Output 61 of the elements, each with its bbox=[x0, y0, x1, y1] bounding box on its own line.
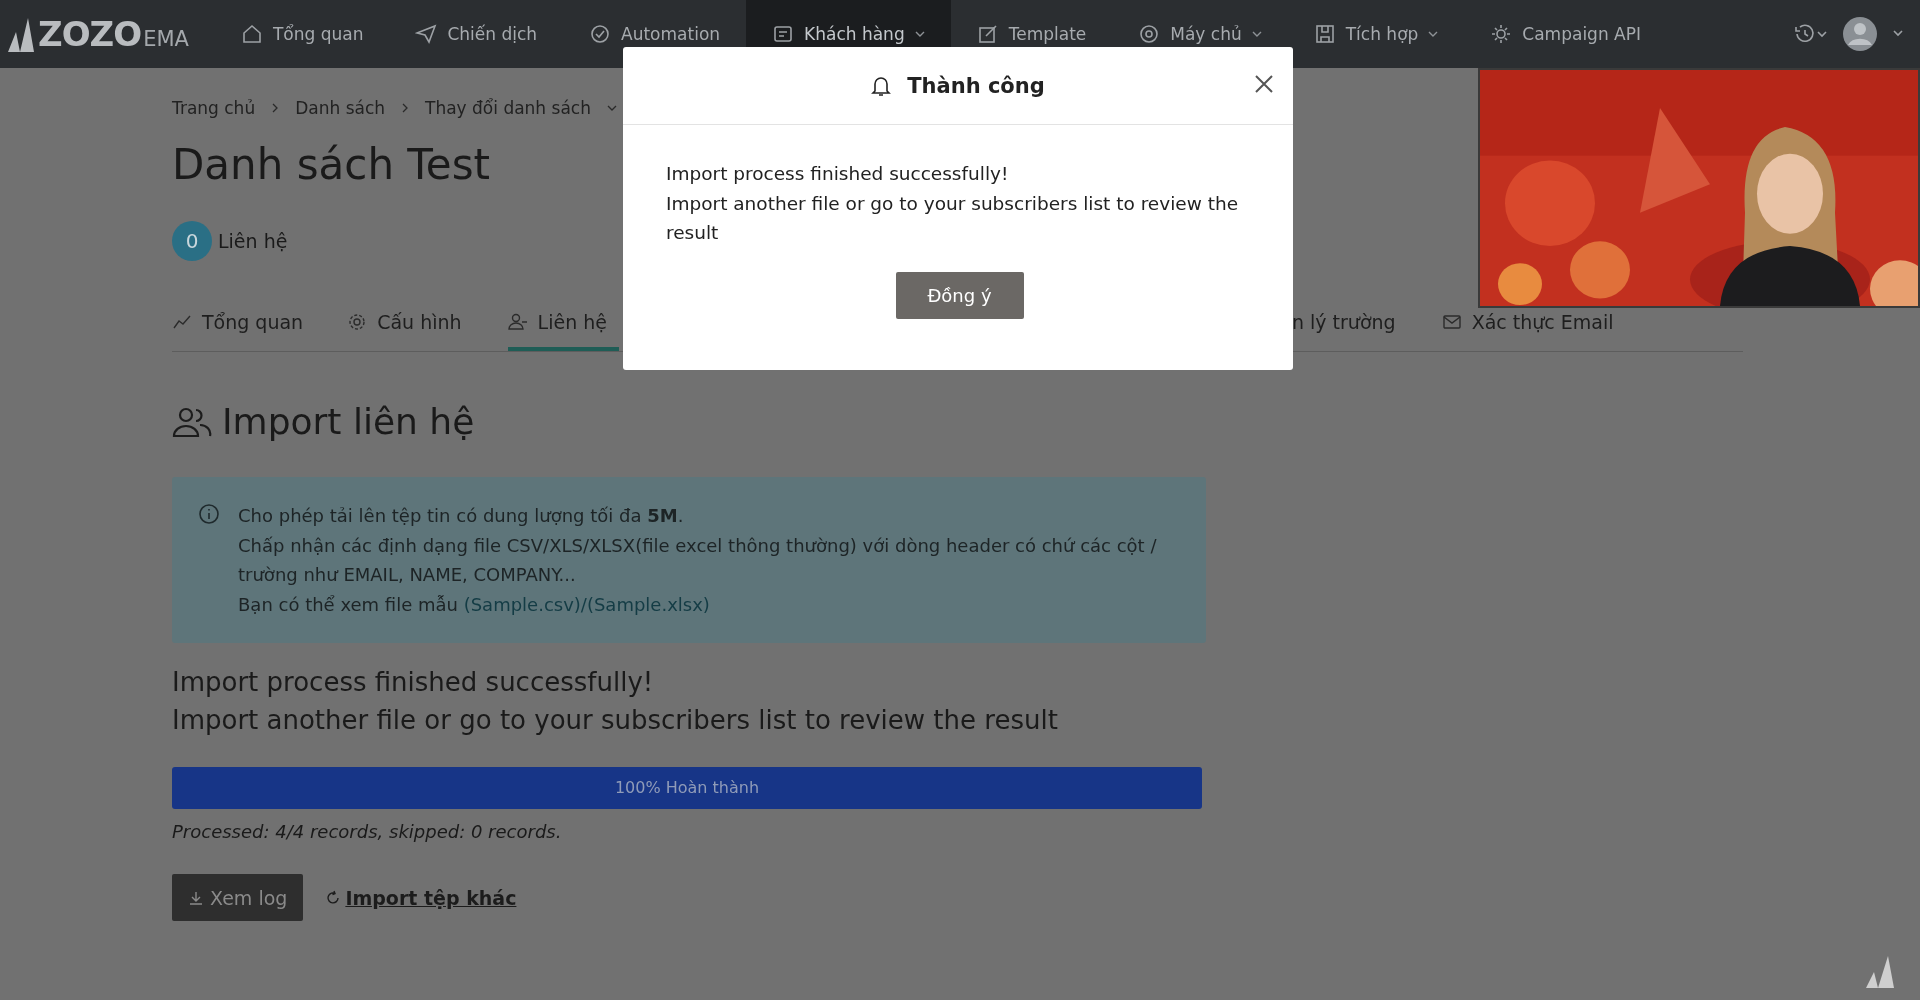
info-text: Chấp nhận các định dạng file CSV/XLS/XLSX(file excel thông thường) với dòng header có chứ các cột / trường như EMAIL, NAME, COMPANY... bbox=[238, 533, 1158, 587]
account-button[interactable] bbox=[1840, 14, 1906, 54]
tab[interactable]: Cấu hình bbox=[347, 311, 462, 351]
ok-button[interactable]: Đồng ý bbox=[895, 271, 1024, 319]
result-message: Import process finished successfully! bbox=[172, 666, 655, 699]
dialog-message: Import process finished successfully! bbox=[666, 162, 1010, 186]
page-title: Danh sách Test bbox=[172, 140, 491, 189]
nav-item[interactable]: Máy chủ bbox=[1112, 0, 1288, 68]
nav-icon bbox=[976, 23, 999, 45]
tab-icon bbox=[507, 312, 528, 332]
tab-icon bbox=[347, 312, 368, 332]
caret-icon bbox=[1251, 31, 1262, 37]
logo-suffix: EMA bbox=[143, 26, 189, 53]
tab[interactable]: n lý trường bbox=[1291, 311, 1396, 351]
breadcrumb-link[interactable]: Thay đổi danh sách bbox=[425, 98, 591, 118]
progress-label: 100% Hoàn thành bbox=[613, 777, 761, 799]
nav-icon bbox=[240, 23, 263, 45]
contact-count-badge: 0 bbox=[172, 221, 212, 261]
info-text: Cho phép tải lên tệp tin có dung lượng tối đa 5M. bbox=[238, 504, 685, 528]
nav-icon bbox=[589, 23, 612, 45]
caret-icon bbox=[1428, 31, 1439, 37]
close-button[interactable] bbox=[1253, 73, 1275, 95]
nav-item[interactable]: Tích hợp bbox=[1287, 0, 1465, 68]
chevron-icon bbox=[401, 103, 410, 113]
contact-count-label: Liên hệ bbox=[218, 230, 288, 252]
download-icon bbox=[188, 889, 204, 906]
nav-item[interactable]: Campaign API bbox=[1464, 0, 1667, 68]
tab-icon bbox=[1441, 312, 1462, 332]
dialog-message: Import another file or go to your subscribers list to review the result bbox=[666, 191, 1240, 245]
result-message: Import another file or go to your subscribers list to review the result bbox=[172, 704, 1059, 737]
nav-item[interactable]: Tổng quan bbox=[214, 0, 390, 68]
chevron-icon bbox=[271, 103, 280, 113]
dialog-title: Thành công bbox=[907, 73, 1045, 98]
nav-icon bbox=[772, 23, 795, 45]
nav-item[interactable]: Template bbox=[950, 0, 1113, 68]
nav-item[interactable]: Chiến dịch bbox=[389, 0, 564, 68]
sample-file-link[interactable]: /(Sample.xlsx) bbox=[580, 593, 710, 615]
tab[interactable]: Tổng quan bbox=[172, 311, 304, 351]
view-log-button[interactable]: Xem log bbox=[172, 874, 304, 921]
section-title: Import liên hệ bbox=[222, 401, 475, 442]
history-button[interactable] bbox=[1792, 23, 1828, 45]
logo-text: ZOZO bbox=[38, 14, 142, 54]
breadcrumb-link[interactable]: Trang chủ bbox=[172, 98, 256, 118]
nav-item[interactable]: Automation bbox=[563, 0, 747, 68]
nav-icon bbox=[1313, 23, 1336, 45]
info-text: Bạn có thể xem file mẫu (Sample.csv)/(Sample.xlsx) bbox=[238, 592, 711, 617]
import-another-link[interactable]: Import tệp khác bbox=[325, 886, 517, 909]
nav-icon bbox=[1138, 23, 1161, 45]
info-icon bbox=[198, 503, 220, 525]
contacts-icon bbox=[172, 405, 212, 438]
nav-icon bbox=[1490, 23, 1513, 45]
caret-icon bbox=[914, 31, 925, 37]
caret-icon bbox=[606, 105, 617, 111]
refresh-icon bbox=[325, 889, 342, 906]
nav-icon bbox=[415, 23, 438, 45]
tab[interactable]: Liên hệ bbox=[507, 311, 619, 351]
sample-file-link[interactable]: (Sample.csv) bbox=[463, 593, 581, 615]
tab[interactable]: Xác thực Email bbox=[1441, 311, 1614, 351]
bell-icon bbox=[871, 74, 892, 97]
processed-summary: Processed: 4/4 records, skipped: 0 records. bbox=[172, 821, 563, 842]
breadcrumb-link[interactable]: Danh sách bbox=[295, 98, 386, 118]
